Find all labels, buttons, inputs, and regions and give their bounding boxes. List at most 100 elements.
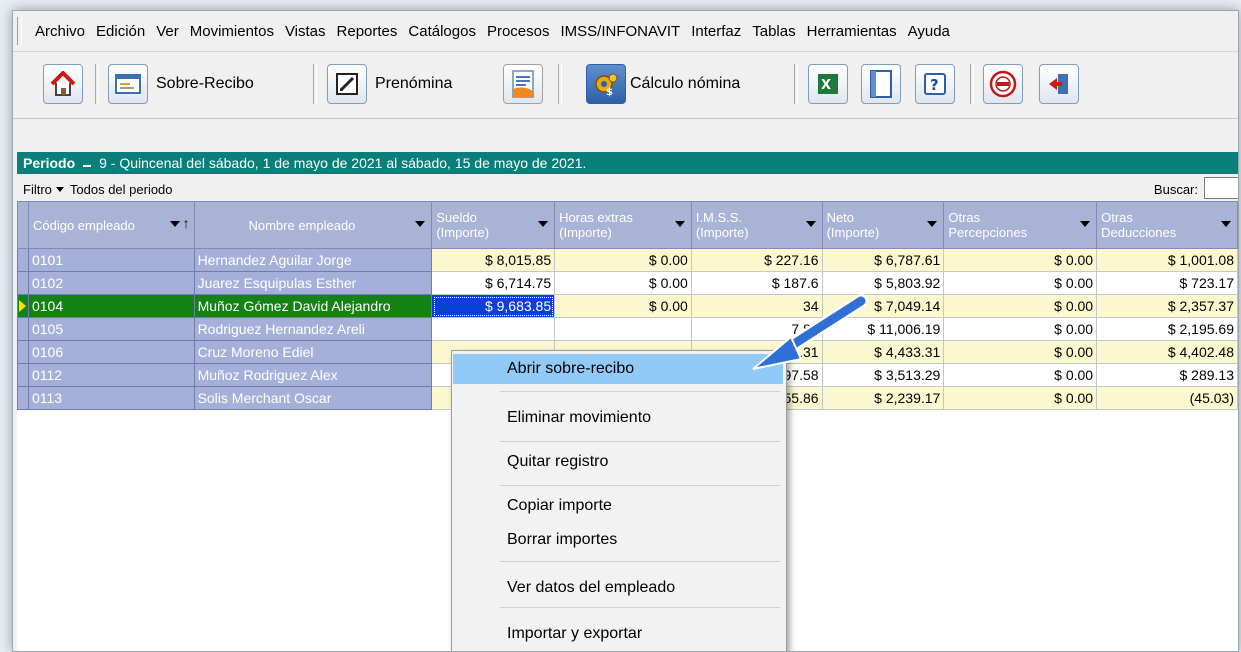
menu-item-quitar-registro[interactable]: Quitar registro [453, 447, 783, 477]
report-button[interactable] [503, 62, 543, 106]
cell-nombre[interactable]: Rodriguez Hernandez Areli [193, 317, 433, 341]
cell-sueldo[interactable]: $ 8,015.85 [431, 248, 556, 272]
column-filter-dropdown-icon[interactable] [805, 221, 816, 227]
imss-button[interactable] [983, 62, 1023, 106]
cell-horas-extras[interactable]: $ 0.00 [554, 248, 692, 272]
cell-codigo[interactable]: 0106 [27, 340, 195, 364]
cell-horas-extras[interactable] [554, 317, 692, 341]
menu-catalogos[interactable]: Catálogos [408, 23, 476, 40]
search-label: Buscar: [1153, 182, 1198, 197]
menu-ver[interactable]: Ver [156, 23, 179, 40]
table-row[interactable]: 0104 Muñoz Gómez David Alejandro $ 9,683.8… [17, 294, 1238, 318]
cell-nombre[interactable]: Muñoz Rodriguez Alex [193, 363, 433, 387]
excel-button[interactable]: X [808, 62, 848, 106]
menu-tablas[interactable]: Tablas [752, 23, 795, 40]
cell-horas-extras[interactable]: $ 0.00 [554, 271, 692, 295]
column-filter-dropdown-icon[interactable] [538, 221, 549, 227]
menu-item-abrir-sobre-recibo[interactable]: Abrir sobre-recibo [453, 354, 783, 384]
cell-neto[interactable]: $ 6,787.61 [821, 248, 945, 272]
pointer-arrow-icon [752, 294, 868, 370]
sobre-recibo-button[interactable]: Sobre-Recibo [108, 62, 254, 106]
menu-item-eliminar-movimiento[interactable]: Eliminar movimiento [453, 403, 783, 433]
cell-otras-percepciones[interactable]: $ 0.00 [943, 317, 1098, 341]
cell-codigo[interactable]: 0105 [27, 317, 195, 341]
cell-neto[interactable]: $ 2,239.17 [821, 386, 945, 410]
column-filter-dropdown-icon[interactable] [169, 221, 180, 227]
column-header-otras-percepciones[interactable]: Otras Percepciones [943, 201, 1098, 249]
cell-otras-percepciones[interactable]: $ 0.00 [943, 386, 1098, 410]
table-row[interactable]: 0102 Juarez Esquipulas Esther $ 6,714.75 $ … [17, 271, 1238, 295]
cell-nombre[interactable]: Juarez Esquipulas Esther [193, 271, 433, 295]
cell-otras-deducciones[interactable]: (45.03) [1096, 386, 1238, 410]
menu-reportes[interactable]: Reportes [337, 23, 398, 40]
column-filter-dropdown-icon[interactable] [674, 221, 685, 227]
cell-codigo[interactable]: 0101 [27, 248, 195, 272]
sort-ascending-icon[interactable]: ↑ [183, 216, 190, 231]
calculator-gear-icon: $ [595, 73, 618, 98]
menu-edicion[interactable]: Edición [96, 23, 145, 40]
cell-sueldo[interactable]: $ 9,683.85 [431, 294, 556, 318]
prenomina-button[interactable]: Prenómina [327, 62, 452, 106]
cell-otras-deducciones[interactable]: $ 1,001.08 [1096, 248, 1238, 272]
cell-sueldo[interactable] [431, 317, 556, 341]
search-input[interactable] [1204, 177, 1238, 199]
cell-otras-percepciones[interactable]: $ 0.00 [943, 340, 1098, 364]
cell-otras-deducciones[interactable]: $ 289.13 [1096, 363, 1238, 387]
menu-procesos[interactable]: Procesos [487, 23, 550, 40]
cell-otras-percepciones[interactable]: $ 0.00 [943, 363, 1098, 387]
table-row[interactable]: 0101 Hernandez Aguilar Jorge $ 8,015.85 $ 0… [17, 248, 1238, 272]
menu-item-borrar-importes[interactable]: Borrar importes [453, 525, 783, 555]
cell-otras-deducciones[interactable]: $ 4,402.48 [1096, 340, 1238, 364]
exit-button[interactable] [1039, 62, 1079, 106]
cell-codigo[interactable]: 0102 [27, 271, 195, 295]
column-header-imss[interactable]: I.M.S.S. (Importe) [690, 201, 823, 249]
menu-ayuda[interactable]: Ayuda [908, 23, 950, 40]
cell-otras-deducciones[interactable]: $ 2,357.37 [1096, 294, 1238, 318]
menu-archivo[interactable]: Archivo [35, 23, 85, 40]
menu-imss-infonavit[interactable]: IMSS/INFONAVIT [560, 23, 680, 40]
menu-movimientos[interactable]: Movimientos [190, 23, 274, 40]
cell-otras-percepciones[interactable]: $ 0.00 [943, 271, 1098, 295]
menu-item-ver-datos-empleado[interactable]: Ver datos del empleado [453, 573, 783, 603]
column-filter-dropdown-icon[interactable] [1221, 221, 1231, 227]
column-header-otras-deducciones[interactable]: Otras Deducciones [1096, 201, 1238, 249]
sobre-recibo-label: Sobre-Recibo [156, 75, 254, 92]
cell-nombre[interactable]: Muñoz Gómez David Alejandro [193, 294, 433, 318]
cell-otras-percepciones[interactable]: $ 0.00 [943, 294, 1098, 318]
cell-nombre[interactable]: Hernandez Aguilar Jorge [193, 248, 433, 272]
cell-otras-percepciones[interactable]: $ 0.00 [943, 248, 1098, 272]
column-header-nombre[interactable]: Nombre empleado [193, 201, 433, 249]
menu-item-importar-exportar[interactable]: Importar y exportar [453, 619, 783, 649]
cell-codigo[interactable]: 0104 [27, 294, 195, 318]
cell-codigo[interactable]: 0113 [27, 386, 195, 410]
cell-nombre[interactable]: Cruz Moreno Ediel [193, 340, 433, 364]
cell-sueldo[interactable]: $ 6,714.75 [431, 271, 556, 295]
menu-item-copiar-importe[interactable]: Copiar importe [453, 491, 783, 521]
period-dropdown-icon[interactable] [83, 159, 92, 167]
menu-vistas[interactable]: Vistas [285, 23, 326, 40]
column-header-codigo[interactable]: Código empleado ↑ [27, 201, 195, 249]
column-header-neto[interactable]: Neto (Importe) [821, 201, 945, 249]
column-filter-dropdown-icon[interactable] [927, 221, 938, 227]
cell-otras-deducciones[interactable]: $ 723.17 [1096, 271, 1238, 295]
panel-button[interactable] [861, 62, 901, 106]
menu-interfaz[interactable]: Interfaz [691, 23, 741, 40]
home-button[interactable] [43, 62, 83, 106]
help-button[interactable]: ? [915, 62, 955, 106]
cell-codigo[interactable]: 0112 [27, 363, 195, 387]
calculo-nomina-button[interactable]: $ Cálculo nómina [586, 62, 740, 106]
column-header-sueldo[interactable]: Sueldo (Importe) [431, 201, 556, 249]
column-header-horas-extras[interactable]: Horas extras (Importe) [554, 201, 692, 249]
column-filter-dropdown-icon[interactable] [1080, 221, 1091, 227]
svg-text:X: X [821, 78, 831, 93]
table-row[interactable]: 0105Rodriguez Hernandez Areli7.87$ 11,00… [17, 317, 1238, 341]
filter-dropdown[interactable]: Filtro [23, 182, 70, 197]
menu-separator [500, 441, 780, 442]
cell-nombre[interactable]: Solis Merchant Oscar [193, 386, 433, 410]
column-filter-dropdown-icon[interactable] [415, 221, 426, 227]
cell-horas-extras[interactable]: $ 0.00 [554, 294, 692, 318]
cell-otras-deducciones[interactable]: $ 2,195.69 [1096, 317, 1238, 341]
menu-herramientas[interactable]: Herramientas [807, 23, 897, 40]
period-bar[interactable]: Periodo 9 - Quincenal del sábado, 1 de m… [17, 152, 1238, 174]
cell-imss[interactable]: $ 227.16 [690, 248, 823, 272]
